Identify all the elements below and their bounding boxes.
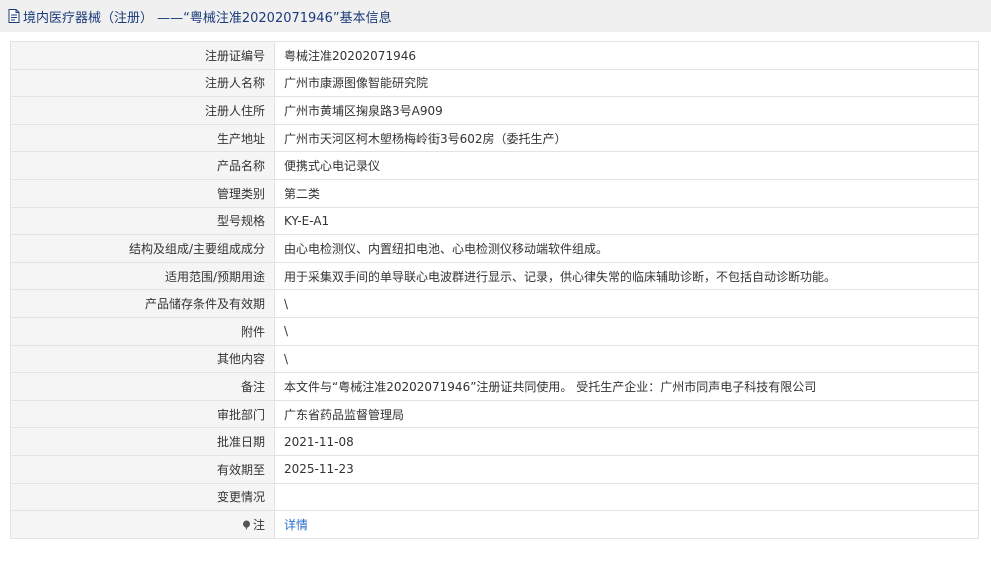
- row-value-structure: 由心电检测仪、内置纽扣电池、心电检测仪移动端软件组成。: [274, 234, 979, 263]
- row-label-change: 变更情况: [10, 482, 275, 512]
- row-value-registrant-address: 广州市黄埔区掬泉路3号A909: [274, 96, 979, 125]
- row-value-reg-no: 粤械注准20202071946: [274, 41, 979, 70]
- row-label-other: 其他内容: [10, 344, 275, 374]
- table-row-scope: 适用范围/预期用途 用于采集双手间的单导联心电波群进行显示、记录，供心律失常的临床…: [10, 261, 979, 291]
- table-row-valid-until: 有效期至 2025-11-23: [10, 454, 979, 484]
- row-value-storage: \: [274, 289, 979, 318]
- table-row-product-name: 产品名称 便携式心电记录仪: [10, 151, 979, 180]
- row-label-scope: 适用范围/预期用途: [10, 261, 275, 291]
- row-label-structure: 结构及组成/主要组成成分: [10, 234, 275, 263]
- row-label-production-address: 生产地址: [10, 123, 275, 153]
- row-label-attachment: 附件: [10, 316, 275, 346]
- table-row-production-address: 生产地址 广州市天河区柯木塱杨梅岭街3号602房（委托生产）: [10, 123, 979, 153]
- row-label-registrant-address: 注册人住所: [10, 96, 275, 125]
- page-title: 境内医疗器械（注册） ——“粤械注准20202071946”基本信息: [23, 10, 392, 26]
- row-value-registrant-name: 广州市康源图像智能研究院: [274, 68, 979, 98]
- row-value-model-spec: KY-E-A1: [274, 206, 979, 236]
- row-value-scope: 用于采集双手间的单导联心电波群进行显示、记录，供心律失常的临床辅助诊断，不包括自…: [274, 261, 979, 291]
- row-value-product-name: 便携式心电记录仪: [274, 151, 979, 180]
- row-label-management-class: 管理类别: [10, 178, 275, 208]
- table-row-reg-no: 注册证编号 粤械注准20202071946: [10, 41, 979, 70]
- row-value-approval-date: 2021-11-08: [274, 427, 979, 456]
- table-row-other: 其他内容 \: [10, 344, 979, 374]
- table-row-remark: 备注 本文件与“粤械注准20202071946”注册证共同使用。 受托生产企业：广…: [10, 372, 979, 401]
- row-label-remark: 备注: [10, 372, 275, 401]
- table-row-note: 注 详情: [10, 510, 979, 539]
- table-row-registrant-name: 注册人名称 广州市康源图像智能研究院: [10, 68, 979, 98]
- document-icon: [8, 9, 20, 23]
- row-value-attachment: \: [274, 316, 979, 346]
- pin-icon: [242, 520, 250, 530]
- row-label-registrant-name: 注册人名称: [10, 68, 275, 98]
- table-row-storage: 产品储存条件及有效期 \: [10, 289, 979, 318]
- page-title-bar: 境内医疗器械（注册） ——“粤械注准20202071946”基本信息: [0, 0, 991, 32]
- table-row-approval-date: 批准日期 2021-11-08: [10, 427, 979, 456]
- row-label-reg-no: 注册证编号: [10, 41, 275, 70]
- row-label-approval-dept: 审批部门: [10, 399, 275, 429]
- row-label-valid-until: 有效期至: [10, 454, 275, 484]
- row-label-approval-date: 批准日期: [10, 427, 275, 456]
- row-value-valid-until: 2025-11-23: [274, 454, 979, 484]
- table-row-model-spec: 型号规格 KY-E-A1: [10, 206, 979, 236]
- detail-link[interactable]: 详情: [284, 518, 308, 532]
- row-value-note: 详情: [274, 510, 979, 539]
- info-table-container: 注册证编号 粤械注准20202071946 注册人名称 广州市康源图像智能研究院 注册人…: [10, 41, 979, 539]
- table-row-management-class: 管理类别 第二类: [10, 178, 979, 208]
- row-label-model-spec: 型号规格: [10, 206, 275, 236]
- row-value-approval-dept: 广东省药品监督管理局: [274, 399, 979, 429]
- table-row-approval-dept: 审批部门 广东省药品监督管理局: [10, 399, 979, 429]
- row-value-change: [274, 482, 979, 512]
- table-row-attachment: 附件 \: [10, 316, 979, 346]
- row-label-product-name: 产品名称: [10, 151, 275, 180]
- table-row-structure: 结构及组成/主要组成成分 由心电检测仪、内置纽扣电池、心电检测仪移动端软件组成。: [10, 234, 979, 263]
- table-row-change: 变更情况: [10, 482, 979, 512]
- row-value-other: \: [274, 344, 979, 374]
- table-row-registrant-address: 注册人住所 广州市黄埔区掬泉路3号A909: [10, 96, 979, 125]
- row-value-management-class: 第二类: [274, 178, 979, 208]
- row-value-remark: 本文件与“粤械注准20202071946”注册证共同使用。 受托生产企业：广州市…: [274, 372, 979, 401]
- note-label: 注: [252, 517, 265, 532]
- row-label-note: 注: [10, 510, 275, 539]
- row-value-production-address: 广州市天河区柯木塱杨梅岭街3号602房（委托生产）: [274, 123, 979, 153]
- row-label-storage: 产品储存条件及有效期: [10, 289, 275, 318]
- info-table: 注册证编号 粤械注准20202071946 注册人名称 广州市康源图像智能研究院 注册人…: [10, 41, 979, 539]
